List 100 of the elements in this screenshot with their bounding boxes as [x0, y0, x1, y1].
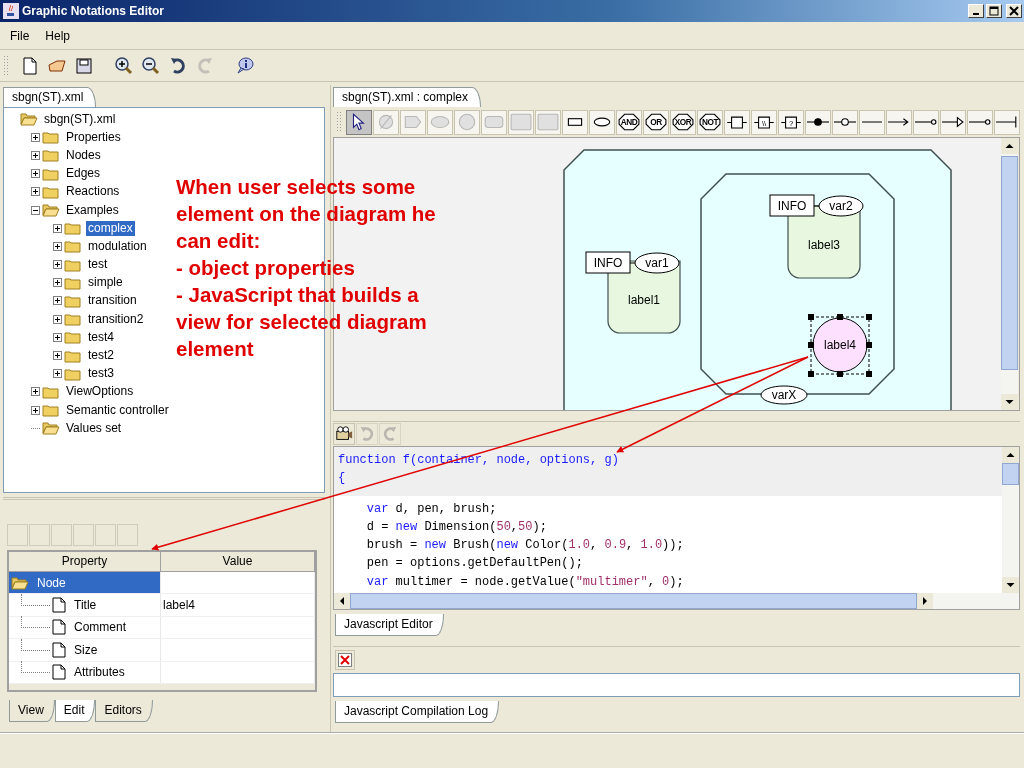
panel-tab[interactable]: View	[9, 700, 55, 722]
tree-item[interactable]: Properties	[64, 129, 123, 145]
scroll-up-icon[interactable]	[1002, 447, 1019, 463]
small-ellipse-tool[interactable]	[589, 109, 615, 135]
tree-item[interactable]: Nodes	[64, 147, 103, 163]
diagram-tab[interactable]: sbgn(ST).xml : complex	[333, 87, 482, 107]
scroll-down-icon[interactable]	[1002, 577, 1019, 593]
expand-toggle[interactable]	[53, 260, 62, 270]
vertical-scrollbar[interactable]	[1002, 447, 1019, 593]
scroll-thumb[interactable]	[1002, 463, 1019, 485]
menu-item[interactable]: Help	[37, 28, 79, 43]
menu-item[interactable]: File	[2, 28, 38, 43]
panel-tab[interactable]: Edit	[54, 700, 96, 722]
triangle-line-tool[interactable]	[940, 109, 966, 135]
collapse-toggle[interactable]	[31, 205, 40, 215]
process-tool[interactable]: ?	[778, 109, 804, 135]
bar-line-tool[interactable]	[994, 109, 1020, 135]
expand-toggle[interactable]	[31, 405, 40, 415]
vertical-scrollbar[interactable]	[1001, 138, 1018, 410]
tree-item[interactable]: test4	[86, 329, 116, 345]
scroll-left-icon[interactable]	[334, 593, 350, 609]
redo-icon	[381, 425, 399, 443]
process-tool[interactable]	[724, 109, 750, 135]
column-header[interactable]: Property	[9, 552, 161, 572]
tree-item[interactable]: transition	[86, 293, 139, 309]
document-icon	[52, 664, 66, 681]
ellipse-icon	[429, 113, 451, 131]
tree-item[interactable]: Semantic controller	[64, 402, 171, 418]
tree-item[interactable]: sbgn(ST).xml	[42, 111, 118, 127]
pointer-tool[interactable]	[346, 109, 372, 135]
state-variable[interactable]: varX	[760, 385, 808, 405]
tree-item[interactable]: modulation	[86, 238, 149, 254]
expand-toggle[interactable]	[53, 241, 62, 251]
state-variable[interactable]: var1	[634, 252, 680, 274]
process-tool[interactable]: \\	[751, 109, 777, 135]
node-label: label1	[628, 293, 660, 307]
maximize-button[interactable]	[986, 4, 1002, 18]
horizontal-scrollbar[interactable]	[334, 593, 1019, 609]
tree-item[interactable]: ViewOptions	[64, 384, 136, 400]
expand-toggle[interactable]	[53, 351, 62, 361]
tree-item[interactable]: test2	[86, 348, 116, 364]
scroll-thumb[interactable]	[350, 593, 917, 609]
node-label: label3	[808, 238, 840, 252]
expand-toggle[interactable]	[31, 132, 40, 142]
tree-item[interactable]: test3	[86, 366, 116, 382]
panel-tab[interactable]: Editors	[95, 700, 153, 722]
expand-toggle[interactable]	[31, 187, 40, 197]
expand-toggle[interactable]	[53, 369, 62, 379]
rounded-rect-icon	[483, 113, 505, 131]
close-icon	[1009, 6, 1019, 16]
expand-toggle[interactable]	[53, 278, 62, 288]
circle-end-line-tool[interactable]	[913, 109, 939, 135]
scroll-thumb[interactable]	[1001, 156, 1018, 370]
ring-line-tool[interactable]	[832, 109, 858, 135]
scroll-up-icon[interactable]	[1001, 138, 1018, 154]
unit-of-information[interactable]: INFO	[585, 251, 631, 274]
tree-item[interactable]: Edges	[64, 166, 103, 182]
log-output-field[interactable]	[333, 673, 1020, 697]
property-cell[interactable]: Node	[9, 572, 161, 594]
coffee-cup-icon	[3, 3, 19, 19]
expand-toggle[interactable]	[31, 169, 40, 179]
circle-end-line-tool[interactable]	[967, 109, 993, 135]
property-value[interactable]: label4	[163, 598, 196, 613]
expand-toggle[interactable]	[53, 314, 62, 324]
info-icon	[235, 55, 255, 76]
state-variable[interactable]: var2	[818, 195, 864, 217]
scroll-down-icon[interactable]	[1001, 394, 1018, 410]
document-icon	[52, 619, 66, 636]
tree-item[interactable]: Values set	[64, 420, 124, 436]
arrow-line-tool[interactable]	[886, 109, 912, 135]
minimize-button[interactable]	[968, 4, 984, 18]
tree-item[interactable]: simple	[86, 275, 125, 291]
close-button[interactable]	[1006, 4, 1022, 18]
file-tab[interactable]: sbgn(ST).xml	[3, 87, 97, 107]
tree-item[interactable]: complex	[86, 220, 135, 236]
node-label: label4	[824, 338, 856, 352]
undo-icon	[358, 425, 376, 443]
undo-icon	[168, 55, 188, 76]
redo-icon	[195, 55, 215, 76]
expand-toggle[interactable]	[31, 150, 40, 160]
unit-of-information[interactable]: INFO	[769, 194, 815, 217]
log-tab[interactable]: Javascript Compilation Log	[335, 701, 500, 723]
tree-item[interactable]: Reactions	[64, 184, 122, 200]
expand-toggle[interactable]	[53, 296, 62, 306]
clear-button[interactable]	[335, 650, 355, 670]
editor-tab[interactable]: Javascript Editor	[335, 614, 444, 636]
tree-item[interactable]: test	[86, 257, 110, 273]
expand-toggle[interactable]	[31, 387, 40, 397]
tree-item[interactable]: Examples	[64, 202, 121, 218]
column-header[interactable]: Value	[161, 552, 315, 572]
small-rect-tool[interactable]	[562, 109, 588, 135]
tree-item[interactable]: transition2	[86, 311, 146, 327]
minimize-icon	[973, 13, 979, 15]
dot-line-tool[interactable]	[805, 109, 831, 135]
scroll-right-icon[interactable]	[917, 593, 933, 609]
line-tool[interactable]	[859, 109, 885, 135]
camera-button[interactable]	[333, 423, 355, 445]
expand-toggle[interactable]	[53, 332, 62, 342]
expand-toggle[interactable]	[53, 223, 62, 233]
property-cell[interactable]: Title	[9, 594, 161, 616]
